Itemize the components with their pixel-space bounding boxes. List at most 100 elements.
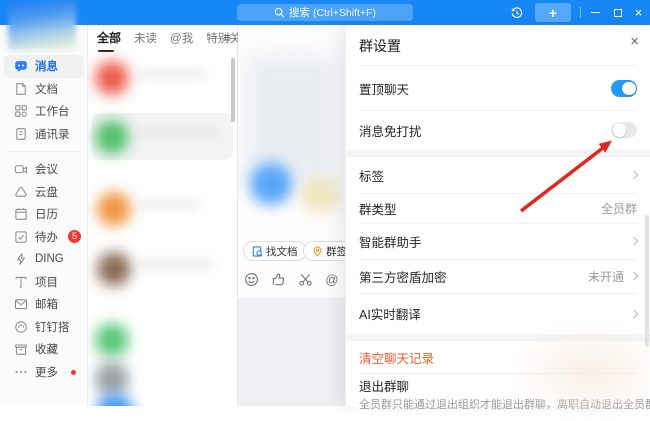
group-type-label: 群类型 <box>359 199 397 218</box>
clear-history-label: 清空聊天记录 <box>359 348 434 367</box>
third-party-encryption-row[interactable]: 第三方密盾加密 未开通 <box>359 259 637 293</box>
tab-unread[interactable]: 未读 <box>134 30 157 46</box>
doc-search-icon <box>252 246 263 257</box>
blurred-avatar <box>96 394 134 406</box>
smart-assistant-row[interactable]: 智能群助手 <box>359 223 637 259</box>
conversation-tabs: 全部 未读 @我 特别关注 <box>88 25 238 50</box>
sidebar-item-label: 工作台 <box>35 103 70 119</box>
conversation-list-scrollbar[interactable] <box>231 58 235 122</box>
video-camera-icon <box>14 162 28 176</box>
tab-all[interactable]: 全部 <box>97 29 121 46</box>
ellipsis-icon <box>14 365 28 379</box>
maximize-button[interactable] <box>609 3 626 22</box>
group-type-value: 全员群 <box>601 200 637 217</box>
close-window-button[interactable]: × <box>630 3 647 22</box>
mention-icon[interactable]: @ <box>324 271 340 287</box>
sidebar-item-todo[interactable]: 待办 5 <box>4 226 84 249</box>
more-notification-dot <box>71 370 76 375</box>
blurred-text <box>136 200 200 209</box>
thumbs-up-icon[interactable] <box>270 271 286 287</box>
sidebar-item-label: DING <box>35 253 64 265</box>
sidebar-divider <box>10 151 78 152</box>
sidebar-item-messages[interactable]: 消息 <box>4 55 84 78</box>
sidebar-item-label: 收藏 <box>35 341 58 357</box>
mute-toggle[interactable] <box>611 122 637 139</box>
sidebar-item-label: 日历 <box>35 206 58 222</box>
tags-row[interactable]: 标签 <box>359 157 637 193</box>
encryption-value: 未开通 <box>588 268 624 285</box>
chat-bubble-icon <box>14 59 28 73</box>
close-icon: × <box>635 5 643 20</box>
sidebar-item-docs[interactable]: 文档 <box>4 78 84 101</box>
sidebar-item-workbench[interactable]: 工作台 <box>4 100 84 123</box>
blurred-avatar <box>95 362 129 396</box>
panel-scrollbar[interactable] <box>645 215 650 347</box>
sidebar-item-dingtalk-build[interactable]: 钉钉搭 <box>4 316 84 339</box>
divider <box>359 65 637 66</box>
panel-close-icon[interactable]: × <box>630 33 639 50</box>
find-docs-button[interactable]: 找文档 <box>243 241 307 261</box>
blurred-text <box>136 260 214 269</box>
todo-check-icon <box>14 230 28 244</box>
search-icon <box>274 7 285 18</box>
sidebar-item-label: 钉钉搭 <box>35 319 70 335</box>
sidebar-item-mail[interactable]: 邮箱 <box>4 293 84 316</box>
panel-title: 群设置 <box>359 36 401 56</box>
minimize-button[interactable] <box>587 3 604 22</box>
sidebar-item-more[interactable]: 更多 <box>4 361 84 384</box>
blurred-avatar <box>95 120 129 154</box>
cloud-drive-icon <box>14 185 28 199</box>
sidebar-item-label: 更多 <box>35 364 58 380</box>
pin-chat-label: 置顶聊天 <box>359 79 409 98</box>
sidebar-item-label: 项目 <box>35 274 58 290</box>
list-menu-icon[interactable]: ≡ <box>223 30 231 45</box>
section-gap <box>346 150 650 157</box>
add-button[interactable]: + <box>535 3 571 22</box>
history-icon[interactable] <box>506 3 528 22</box>
scissors-icon[interactable] <box>297 271 313 287</box>
emoji-icon[interactable] <box>243 271 259 287</box>
sidebar-item-calendar[interactable]: 日历 <box>4 203 84 226</box>
blurred-org-logo[interactable] <box>8 1 76 50</box>
sidebar-item-meeting[interactable]: 会议 <box>4 158 84 181</box>
blurred-avatar <box>250 163 292 205</box>
sidebar-item-contacts[interactable]: 通讯录 <box>4 123 84 146</box>
toggle-knob <box>613 123 627 137</box>
lightning-icon <box>14 252 28 266</box>
sidebar-item-label: 邮箱 <box>35 296 58 312</box>
chat-column: 找文档 群签到 @ <box>238 25 348 406</box>
chevron-right-icon <box>630 237 638 245</box>
search-input[interactable]: 搜索 (Ctrl+Shift+F) <box>237 4 413 21</box>
find-docs-label: 找文档 <box>266 244 298 259</box>
sidebar-item-cloud-drive[interactable]: 云盘 <box>4 181 84 204</box>
pin-chat-toggle[interactable] <box>611 80 637 97</box>
blurred-message <box>300 177 340 213</box>
sidebar-item-favorites[interactable]: 收藏 <box>4 338 84 361</box>
document-icon <box>14 82 28 96</box>
conversation-list-column: 全部 未读 @我 特别关注 ≡ <box>88 25 238 406</box>
tab-mentions[interactable]: @我 <box>170 30 193 46</box>
sidebar-item-label: 消息 <box>35 58 58 74</box>
todo-badge: 5 <box>68 230 81 243</box>
mute-label: 消息免打扰 <box>359 121 422 140</box>
sidebar-item-projects[interactable]: 项目 <box>4 271 84 294</box>
sidebar: 消息 文档 工作台 通讯录 会议 云盘 日历 待办 5 <box>0 25 88 406</box>
chevron-right-icon <box>630 171 638 179</box>
sidebar-item-ding[interactable]: DING <box>4 248 84 271</box>
title-bar: 搜索 (Ctrl+Shift+F) + × <box>0 0 650 25</box>
contacts-book-icon <box>14 127 28 141</box>
mute-row: 消息免打扰 <box>359 110 637 150</box>
plus-icon: + <box>549 5 557 21</box>
blurred-conversation-list <box>88 50 237 406</box>
location-pin-icon <box>312 246 323 257</box>
encryption-label: 第三方密盾加密 <box>359 267 447 286</box>
build-icon <box>14 320 28 334</box>
group-checkin-button[interactable]: 群签到 <box>303 241 348 261</box>
chevron-right-icon <box>630 309 638 317</box>
blurred-avatar <box>95 61 129 95</box>
blurred-text <box>136 128 220 137</box>
message-input-area[interactable] <box>238 298 348 406</box>
smart-assistant-label: 智能群助手 <box>359 232 422 251</box>
blurred-avatar <box>97 252 131 286</box>
project-icon <box>14 275 28 289</box>
